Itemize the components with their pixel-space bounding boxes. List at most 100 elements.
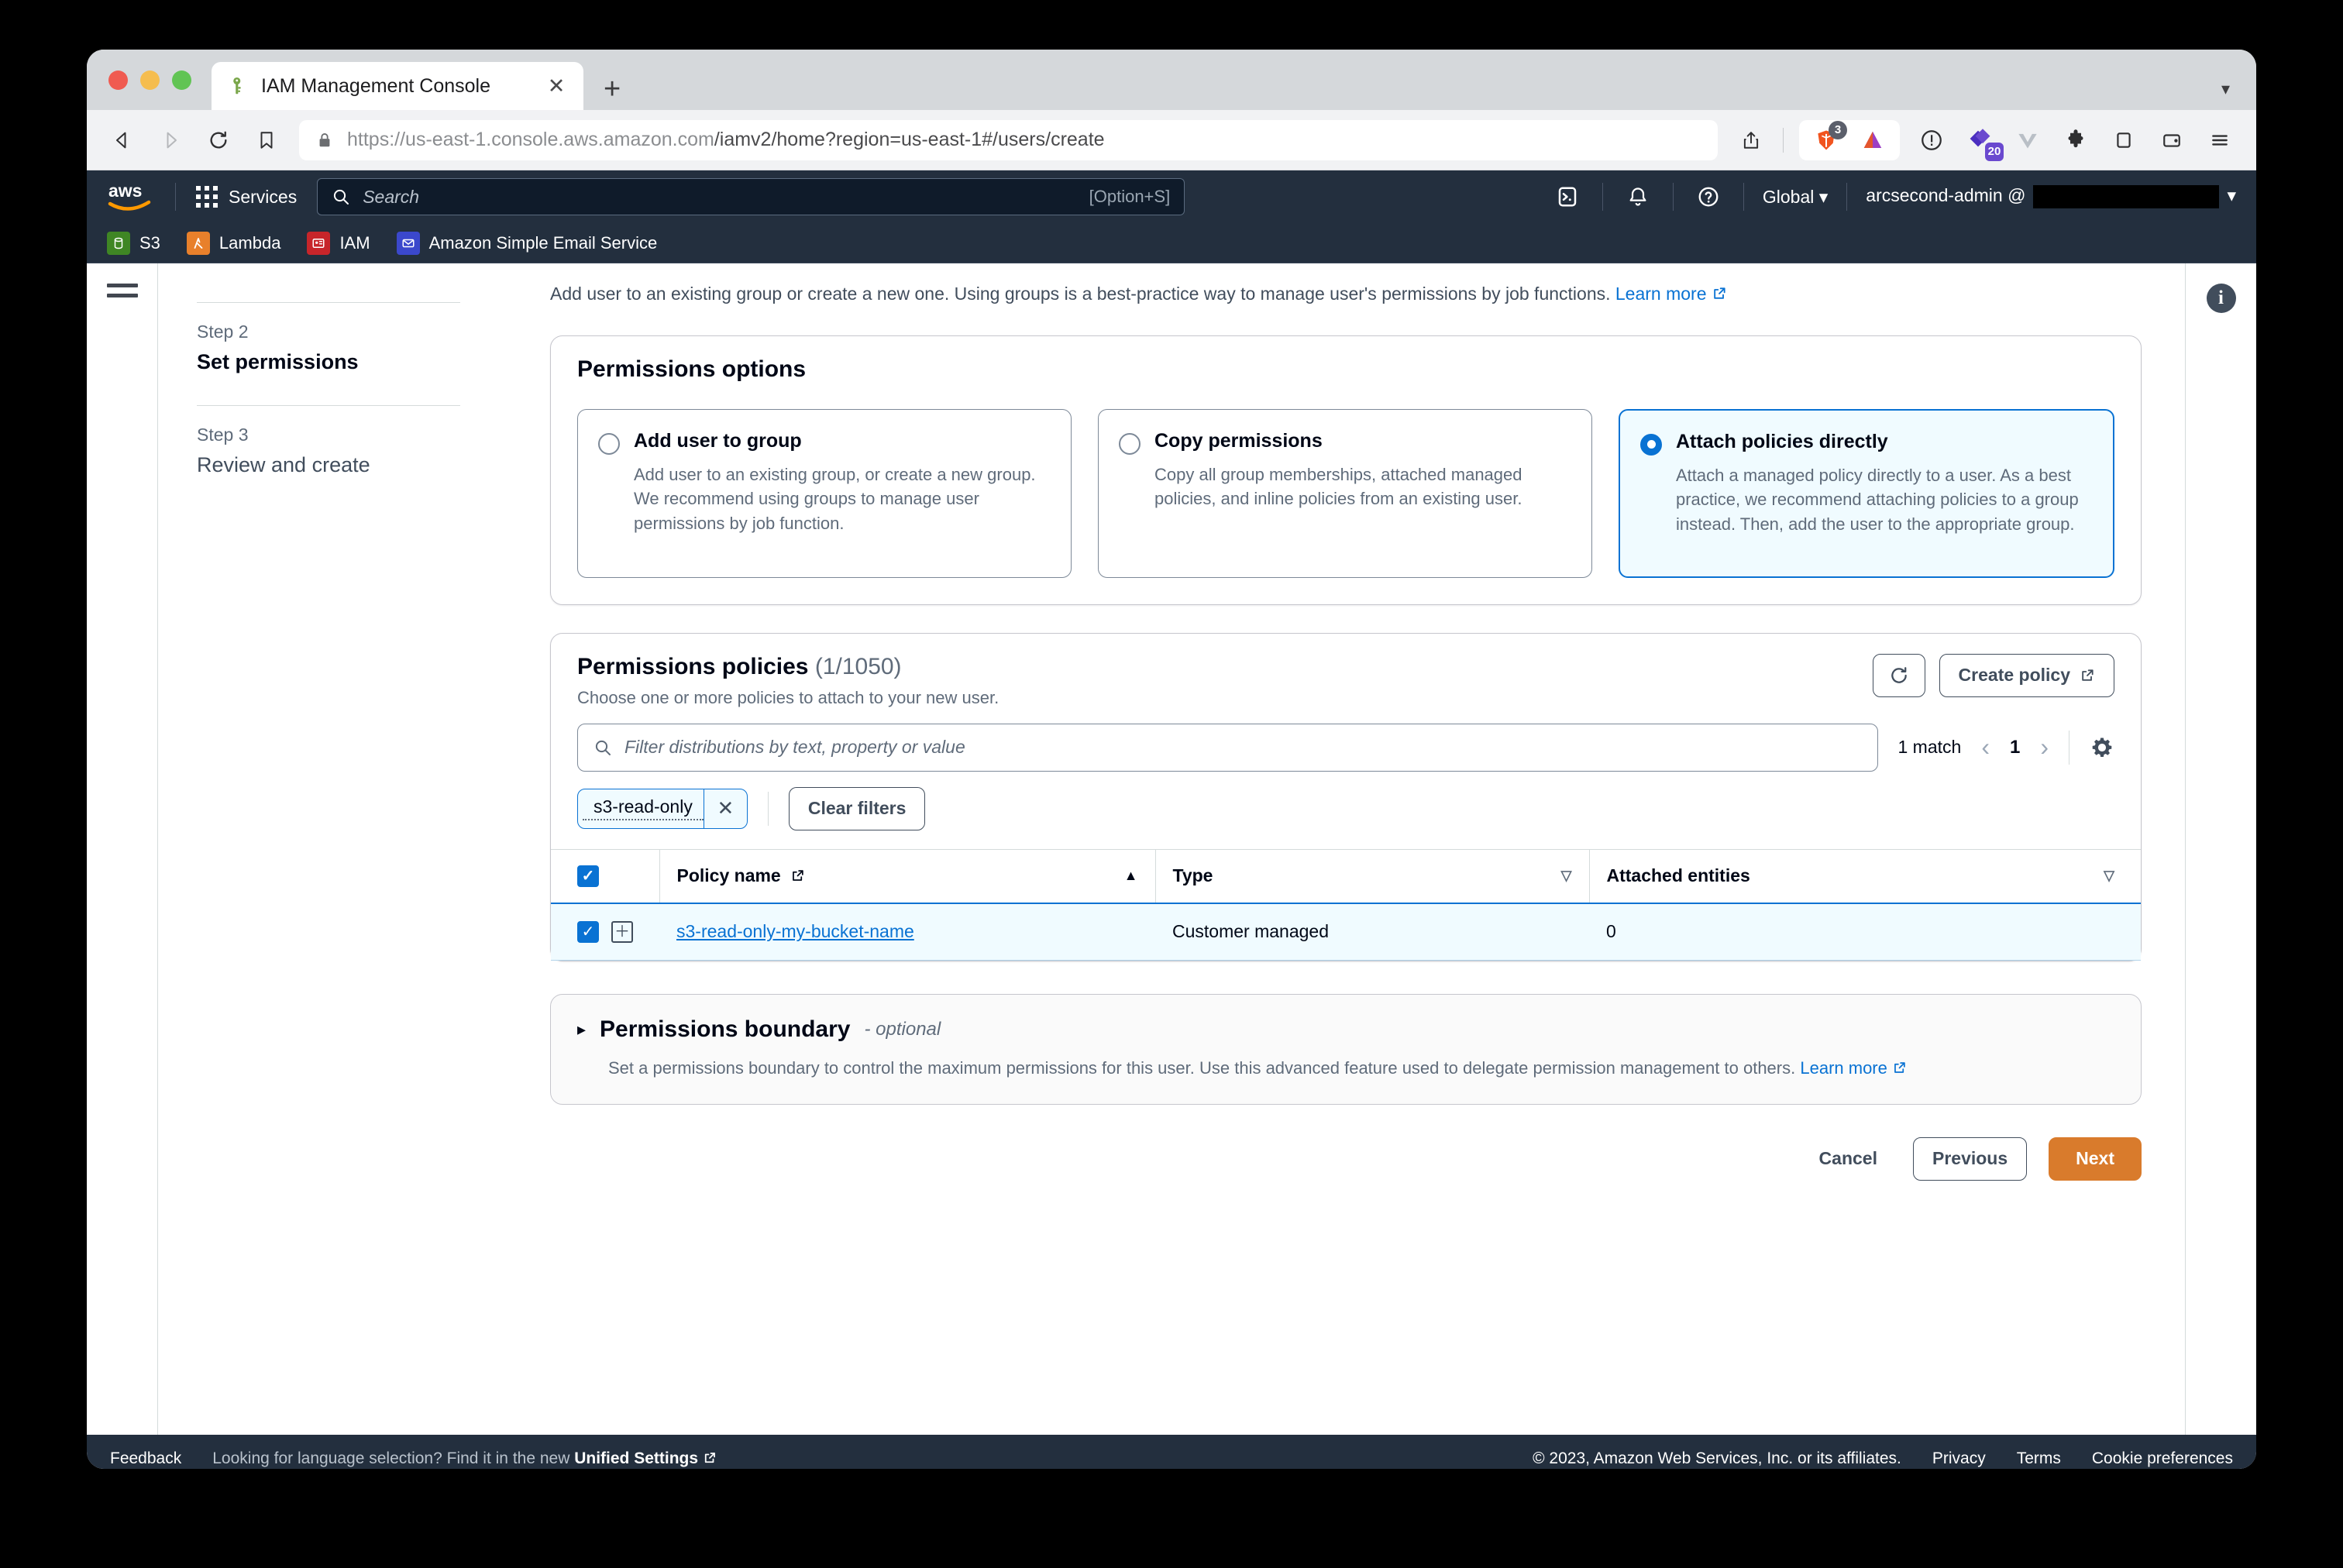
brave-logo-icon[interactable] bbox=[1856, 124, 1889, 156]
close-window-button[interactable] bbox=[108, 70, 128, 90]
browser-tab[interactable]: IAM Management Console ✕ bbox=[212, 62, 583, 110]
region-selector[interactable]: Global ▾ bbox=[1763, 187, 1828, 208]
browser-tab-title: IAM Management Console bbox=[261, 74, 490, 97]
url-scheme-host: https://us-east-1.console.aws.amazon.com bbox=[347, 129, 714, 150]
share-icon[interactable] bbox=[1735, 124, 1767, 156]
policies-title-text: Permissions policies bbox=[577, 653, 809, 679]
services-menu-button[interactable]: Services bbox=[196, 186, 297, 208]
row-checkbox[interactable]: ✓ bbox=[577, 920, 599, 943]
row-attached-entities-cell: 0 bbox=[1589, 902, 2141, 961]
lock-icon bbox=[316, 131, 333, 150]
next-page-icon[interactable]: › bbox=[2040, 733, 2049, 762]
select-all-checkbox[interactable]: ✓ bbox=[577, 865, 599, 887]
lede-text: Add user to an existing group or create … bbox=[550, 284, 1611, 304]
cloudshell-icon[interactable] bbox=[1551, 181, 1584, 213]
terms-link[interactable]: Terms bbox=[2017, 1449, 2061, 1468]
unified-settings-link[interactable]: Unified Settings bbox=[574, 1449, 698, 1467]
s3-icon bbox=[107, 231, 130, 255]
tab-list-chevron-down-icon[interactable]: ▾ bbox=[2221, 79, 2230, 99]
row-select-cell: ✓ bbox=[551, 902, 611, 961]
brave-shield-badge: 3 bbox=[1829, 120, 1847, 139]
1password-icon[interactable] bbox=[1915, 124, 1948, 156]
gear-icon[interactable] bbox=[2090, 735, 2114, 760]
bookmark-icon[interactable] bbox=[251, 125, 282, 156]
option-attach-policies-directly[interactable]: Attach policies directly Attach a manage… bbox=[1619, 408, 2114, 578]
global-search-input[interactable]: Search [Option+S] bbox=[317, 178, 1185, 215]
services-label: Services bbox=[229, 186, 298, 207]
radio-copy-permissions[interactable] bbox=[1119, 432, 1141, 455]
boundary-description-text: Set a permissions boundary to control th… bbox=[608, 1057, 1796, 1078]
language-settings-notice: Looking for language selection? Find it … bbox=[212, 1449, 717, 1468]
minimize-window-button[interactable] bbox=[140, 70, 160, 90]
clear-filters-button[interactable]: Clear filters bbox=[788, 786, 926, 830]
aws-console-footer: Feedback Looking for language selection?… bbox=[87, 1435, 2256, 1469]
toolbar-divider bbox=[767, 791, 769, 826]
url-path: /iamv2/home?region=us-east-1#/users/crea… bbox=[714, 129, 1105, 150]
refresh-button[interactable] bbox=[1872, 653, 1925, 697]
radio-attach-policies-directly[interactable] bbox=[1640, 433, 1662, 456]
previous-button[interactable]: Previous bbox=[1912, 1136, 2028, 1181]
filter-token-remove-icon[interactable]: ✕ bbox=[703, 789, 747, 828]
radio-add-user-to-group[interactable] bbox=[598, 432, 620, 455]
brave-shield-icon[interactable]: 3 bbox=[1810, 120, 1847, 156]
option-copy-permissions[interactable]: Copy permissions Copy all group membersh… bbox=[1098, 408, 1592, 578]
grid-icon bbox=[196, 186, 218, 208]
purple-diamond-extension-icon[interactable]: 20 bbox=[1963, 124, 2004, 161]
column-policy-name[interactable]: Policy name ▲ bbox=[659, 848, 1155, 903]
back-icon[interactable] bbox=[107, 125, 138, 156]
permissions-policies-description: Choose one or more policies to attach to… bbox=[577, 687, 999, 707]
expand-caret-icon[interactable]: ▸ bbox=[577, 1020, 586, 1040]
next-button[interactable]: Next bbox=[2049, 1136, 2142, 1181]
wizard-steps-sidebar: Step 2 Set permissions Step 3 Review and… bbox=[158, 263, 507, 1435]
column-type[interactable]: Type ▽ bbox=[1154, 848, 1589, 903]
new-tab-button[interactable]: + bbox=[604, 74, 621, 104]
svg-text:aws: aws bbox=[108, 181, 142, 201]
close-tab-button[interactable]: ✕ bbox=[543, 74, 569, 98]
wizard-actions: Cancel Previous Next bbox=[550, 1136, 2142, 1181]
info-icon[interactable]: i bbox=[2206, 284, 2236, 313]
external-link-icon bbox=[703, 1451, 717, 1465]
table-row[interactable]: ✓ ＋ s3-read-only-my-bucket-name Customer… bbox=[551, 902, 2141, 961]
sidebar-item-review-and-create[interactable]: Step 3 Review and create bbox=[197, 425, 460, 494]
column-attached-entities[interactable]: Attached entities ▽ bbox=[1588, 848, 2141, 903]
filter-token[interactable]: s3-read-only ✕ bbox=[577, 788, 748, 829]
wallet-icon[interactable] bbox=[2155, 124, 2188, 156]
permissions-boundary-section[interactable]: ▸ Permissions boundary - optional Set a … bbox=[550, 993, 2142, 1105]
aws-logo[interactable]: aws bbox=[107, 180, 155, 214]
notifications-bell-icon[interactable] bbox=[1622, 181, 1654, 213]
expand-row-icon[interactable]: ＋ bbox=[611, 920, 633, 943]
boundary-learn-more-link[interactable]: Learn more bbox=[1800, 1058, 1887, 1078]
sidebar-item-set-permissions[interactable]: Step 2 Set permissions bbox=[197, 322, 460, 391]
favorite-ses[interactable]: Amazon Simple Email Service bbox=[396, 231, 657, 255]
current-page-number[interactable]: 1 bbox=[2010, 737, 2020, 758]
favorite-lambda[interactable]: Lambda bbox=[186, 231, 280, 255]
permissions-boundary-optional-label: - optional bbox=[864, 1018, 941, 1040]
account-menu[interactable]: arcsecond-admin @ ▾ bbox=[1866, 185, 2236, 208]
privacy-link[interactable]: Privacy bbox=[1932, 1449, 1986, 1468]
cancel-button[interactable]: Cancel bbox=[1805, 1137, 1891, 1181]
favorite-iam[interactable]: IAM bbox=[307, 231, 370, 255]
option-add-user-to-group[interactable]: Add user to group Add user to an existin… bbox=[577, 408, 1072, 578]
policies-filter-row: Filter distributions by text, property o… bbox=[551, 711, 2141, 772]
feedback-link[interactable]: Feedback bbox=[110, 1449, 181, 1468]
cookie-preferences-link[interactable]: Cookie preferences bbox=[2092, 1449, 2233, 1468]
browser-menu-icon[interactable] bbox=[2204, 124, 2236, 156]
previous-page-icon[interactable]: ‹ bbox=[1981, 733, 1990, 762]
favorite-s3[interactable]: S3 bbox=[107, 231, 160, 255]
address-bar[interactable]: https://us-east-1.console.aws.amazon.com… bbox=[299, 119, 1718, 160]
lede-learn-more-link[interactable]: Learn more bbox=[1615, 284, 1707, 304]
browser-window: IAM Management Console ✕ + ▾ https://us-… bbox=[87, 50, 2256, 1469]
policy-name-link[interactable]: s3-read-only-my-bucket-name bbox=[676, 921, 914, 941]
sidebar-toggle-icon[interactable] bbox=[2107, 124, 2140, 156]
extensions-puzzle-icon[interactable] bbox=[2059, 124, 2092, 156]
toolbar-divider bbox=[1783, 127, 1784, 153]
hamburger-menu-icon[interactable] bbox=[106, 284, 138, 1435]
policies-filter-input[interactable]: Filter distributions by text, property o… bbox=[577, 723, 1878, 772]
ses-icon bbox=[396, 231, 420, 255]
create-policy-button[interactable]: Create policy bbox=[1939, 653, 2114, 697]
vue-devtools-icon[interactable] bbox=[2011, 124, 2044, 156]
policies-filter-placeholder: Filter distributions by text, property o… bbox=[624, 737, 965, 757]
reload-icon[interactable] bbox=[203, 125, 234, 156]
maximize-window-button[interactable] bbox=[172, 70, 191, 90]
help-icon[interactable] bbox=[1692, 181, 1725, 213]
